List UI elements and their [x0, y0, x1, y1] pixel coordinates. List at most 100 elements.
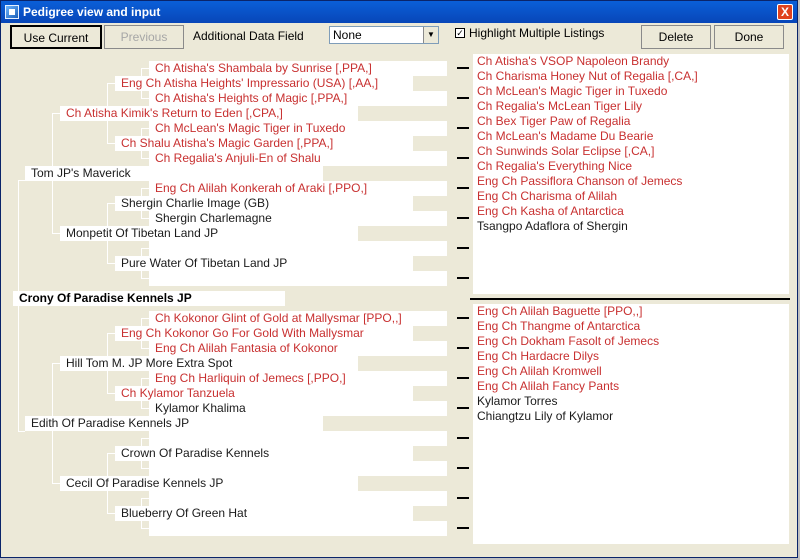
window-title: Pedigree view and input [23, 5, 161, 19]
pedigree-tree: Ch Atisha's Shambala by Sunrise [,PPA,] C… [5, 51, 795, 556]
delete-button[interactable]: Delete [641, 25, 711, 49]
row-marker [457, 157, 469, 159]
done-button[interactable]: Done [714, 25, 784, 49]
gen5-cell-bg [473, 484, 789, 499]
gen5-entry[interactable]: Eng Ch Dokham Fasolt of Jemecs [477, 334, 659, 349]
tree-connector [107, 263, 115, 264]
pedigree-cell-bg [149, 521, 447, 536]
pedigree-entry[interactable]: Crown Of Paradise Kennels [121, 446, 269, 461]
gen5-cell-bg [473, 454, 789, 469]
gen5-cell-bg [473, 234, 789, 249]
additional-data-label: Additional Data Field [193, 29, 304, 43]
tree-connector [141, 278, 149, 279]
gen5-entry[interactable]: Eng Ch Alilah Fancy Pants [477, 379, 619, 394]
tree-connector [52, 233, 60, 234]
pedigree-entry[interactable]: Kylamor Khalima [155, 401, 246, 416]
tree-connector [141, 498, 149, 499]
pedigree-cell-bg [149, 461, 447, 476]
pedigree-entry[interactable]: Ch Kylamor Tanzuela [121, 386, 235, 401]
tree-connector [141, 248, 149, 249]
highlight-label: Highlight Multiple Listings [469, 26, 605, 40]
gen5-entry[interactable]: Ch McLean's Madame Du Bearie [477, 129, 653, 144]
tree-connector [18, 431, 25, 432]
gen5-entry[interactable]: Chiangtzu Lily of Kylamor [477, 409, 613, 424]
tree-connector [141, 68, 149, 69]
tree-connector [107, 333, 115, 334]
row-marker [457, 187, 469, 189]
pedigree-entry[interactable]: Monpetit Of Tibetan Land JP [66, 226, 218, 241]
pedigree-entry[interactable]: Crony Of Paradise Kennels JP [19, 291, 192, 306]
pedigree-entry[interactable]: Cecil Of Paradise Kennels JP [66, 476, 223, 491]
pedigree-entry[interactable]: Ch Atisha's Heights of Magic [,PPA,] [155, 91, 347, 106]
pedigree-entry[interactable]: Ch McLean's Magic Tiger in Tuxedo [155, 121, 345, 136]
previous-button[interactable]: Previous [104, 25, 184, 49]
pedigree-entry[interactable]: Ch Atisha's Shambala by Sunrise [,PPA,] [155, 61, 372, 76]
use-current-button[interactable]: Use Current [10, 25, 102, 49]
half-separator [470, 298, 790, 300]
pedigree-entry[interactable]: Blueberry Of Green Hat [121, 506, 247, 521]
gen5-entry[interactable]: Ch Bex Tiger Paw of Regalia [477, 114, 630, 129]
pedigree-cell-bg [149, 491, 447, 506]
row-marker [457, 467, 469, 469]
pedigree-entry[interactable]: Ch Regalia's Anjuli-En of Shalu [155, 151, 321, 166]
app-icon [5, 5, 19, 19]
pedigree-entry[interactable]: Ch Kokonor Glint of Gold at Mallysmar [P… [155, 311, 402, 326]
gen5-entry[interactable]: Eng Ch Kasha of Antarctica [477, 204, 624, 219]
tree-connector [107, 83, 115, 84]
gen5-entry[interactable]: Ch Charisma Honey Nut of Regalia [,CA,] [477, 69, 698, 84]
row-marker [457, 217, 469, 219]
row-marker [457, 247, 469, 249]
pedigree-entry[interactable]: Eng Ch Kokonor Go For Gold With Mallysma… [121, 326, 364, 341]
gen5-entry[interactable]: Eng Ch Hardacre Dilys [477, 349, 599, 364]
tree-connector [141, 318, 149, 319]
pedigree-cell-bg [149, 431, 447, 446]
pedigree-entry[interactable]: Shergin Charlie Image (GB) [121, 196, 269, 211]
chevron-down-icon[interactable]: ▼ [423, 27, 438, 43]
pedigree-entry[interactable]: Eng Ch Harliquin of Jemecs [,PPO,] [155, 371, 346, 386]
pedigree-entry[interactable]: Edith Of Paradise Kennels JP [31, 416, 189, 431]
gen5-cell-bg [473, 469, 789, 484]
row-marker [457, 377, 469, 379]
row-marker [457, 527, 469, 529]
gen5-entry[interactable]: Eng Ch Charisma of Alilah [477, 189, 617, 204]
pedigree-entry[interactable]: Shergin Charlemagne [155, 211, 272, 226]
pedigree-entry[interactable]: Eng Ch Atisha Heights' Impressario (USA)… [121, 76, 378, 91]
row-marker [457, 97, 469, 99]
pedigree-entry[interactable]: Pure Water Of Tibetan Land JP [121, 256, 287, 271]
gen5-entry[interactable]: Ch McLean's Magic Tiger in Tuxedo [477, 84, 667, 99]
gen5-entry[interactable]: Eng Ch Alilah Baguette [PPO,,] [477, 304, 642, 319]
highlight-checkbox[interactable]: ✓ [455, 28, 465, 38]
tree-connector [141, 158, 149, 159]
tree-connector [141, 348, 149, 349]
gen5-entry[interactable]: Tsangpo Adaflora of Shergin [477, 219, 628, 234]
gen5-entry[interactable]: Eng Ch Passiflora Chanson of Jemecs [477, 174, 682, 189]
gen5-cell-bg [473, 439, 789, 454]
tree-connector [141, 408, 149, 409]
tree-connector [141, 188, 149, 189]
tree-connector [141, 218, 149, 219]
gen5-entry[interactable]: Eng Ch Alilah Kromwell [477, 364, 602, 379]
pedigree-entry[interactable]: Hill Tom M. JP More Extra Spot [66, 356, 232, 371]
pedigree-entry[interactable]: Tom JP's Maverick [31, 166, 131, 181]
tree-connector [107, 393, 115, 394]
pedigree-window: Pedigree view and input X Use Current Pr… [0, 0, 798, 558]
title-bar: Pedigree view and input X [1, 1, 797, 23]
row-marker [457, 127, 469, 129]
additional-data-select[interactable]: None ▼ [329, 26, 439, 44]
tree-connector [52, 483, 60, 484]
pedigree-entry[interactable]: Ch Shalu Atisha's Magic Garden [,PPA,] [121, 136, 333, 151]
gen5-entry[interactable]: Kylamor Torres [477, 394, 557, 409]
gen5-entry[interactable]: Ch Regalia's McLean Tiger Lily [477, 99, 642, 114]
gen5-entry[interactable]: Ch Regalia's Everything Nice [477, 159, 632, 174]
close-button[interactable]: X [777, 4, 793, 20]
pedigree-entry[interactable]: Eng Ch Alilah Konkerah of Araki [,PPO,] [155, 181, 367, 196]
gen5-cell-bg [473, 514, 789, 529]
pedigree-entry[interactable]: Ch Atisha Kimik's Return to Eden [,CPA,] [66, 106, 283, 121]
gen5-entry[interactable]: Ch Sunwinds Solar Eclipse [,CA,] [477, 144, 654, 159]
gen5-entry[interactable]: Ch Atisha's VSOP Napoleon Brandy [477, 54, 669, 69]
tree-connector [107, 513, 115, 514]
gen5-entry[interactable]: Eng Ch Thangme of Antarctica [477, 319, 640, 334]
row-marker [457, 497, 469, 499]
row-marker [457, 317, 469, 319]
pedigree-entry[interactable]: Eng Ch Alilah Fantasia of Kokonor [155, 341, 338, 356]
